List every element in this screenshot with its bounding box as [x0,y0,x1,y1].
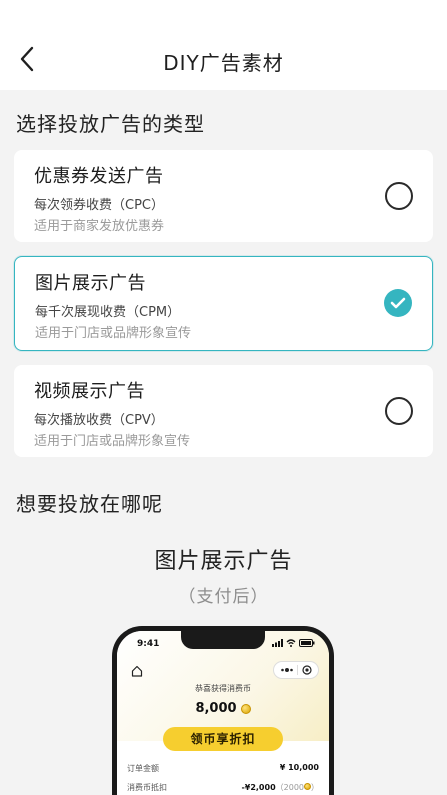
ad-type-usage: 适用于门店或品牌形象宣传 [34,434,191,449]
check-icon [390,297,406,309]
coin-deduct-value-group: -¥2,000（2000 ） [241,782,319,793]
coin-deduct-note: （2000 [275,783,304,792]
coin-amount-value: 8,000 [195,701,237,716]
radio-unchecked[interactable] [385,182,413,210]
status-icons [272,639,315,647]
preview-title: 图片展示广告 [154,549,293,574]
order-amount-value: ¥ 10,000 [279,763,319,772]
coin-deduct-note-end: ） [311,783,319,792]
miniapp-capsule[interactable] [273,661,319,679]
phone-mockup: 9:41 恭喜获得消费币 8,000 领币享折扣 订单金额 ¥ 10,000 消… [112,626,334,795]
radio-unchecked[interactable] [385,397,413,425]
home-icon[interactable] [131,662,143,681]
section-title-ad-type: 选择投放广告的类型 [16,112,205,136]
coin-icon [240,703,251,714]
ad-type-title: 优惠券发送广告 [34,166,164,187]
battery-icon [299,639,315,647]
signal-icon [272,639,283,647]
earn-label: 恭喜获得消费币 [195,684,251,693]
coin-deduct-value: -¥2,000 [241,783,276,792]
claim-coin-button[interactable]: 领币享折扣 [163,727,283,751]
coin-icon [304,783,311,790]
phone-notch [181,631,265,649]
preview-subtitle: （支付后） [178,587,269,607]
ad-type-billing: 每千次展现收费（CPM） [35,305,181,320]
status-time: 9:41 [137,639,160,649]
ad-type-title: 图片展示广告 [35,273,146,294]
ad-type-usage: 适用于商家发放优惠券 [34,219,165,234]
section-title-placement: 想要投放在哪呢 [16,492,163,516]
nav-header: DIY广告素材 [0,0,447,90]
coin-deduct-label: 消费币抵扣 [127,783,167,792]
wifi-icon [286,639,296,647]
ad-type-billing: 每次领券收费（CPC） [34,198,164,213]
ad-type-card-video[interactable]: 视频展示广告 每次播放收费（CPV） 适用于门店或品牌形象宣传 [14,365,433,457]
order-amount-row: 订单金额 ¥ 10,000 [127,763,319,774]
coin-deduct-row: 消费币抵扣 -¥2,000（2000 ） [127,782,319,793]
ad-type-card-coupon[interactable]: 优惠券发送广告 每次领券收费（CPC） 适用于商家发放优惠券 [14,150,433,242]
phone-screen: 9:41 恭喜获得消费币 8,000 领币享折扣 订单金额 ¥ 10,000 消… [117,631,329,795]
more-icon[interactable] [280,667,294,673]
ad-type-card-image[interactable]: 图片展示广告 每千次展现收费（CPM） 适用于门店或品牌形象宣传 [14,256,433,351]
radio-checked[interactable] [384,289,412,317]
close-target-icon[interactable] [302,665,312,675]
page-title: DIY广告素材 [163,51,284,75]
capsule-divider [297,665,299,675]
ad-type-title: 视频展示广告 [34,381,145,402]
coin-amount: 8,000 [117,701,329,716]
ad-type-usage: 适用于门店或品牌形象宣传 [35,326,192,341]
order-amount-label: 订单金额 [127,764,159,773]
ad-type-billing: 每次播放收费（CPV） [34,413,164,428]
